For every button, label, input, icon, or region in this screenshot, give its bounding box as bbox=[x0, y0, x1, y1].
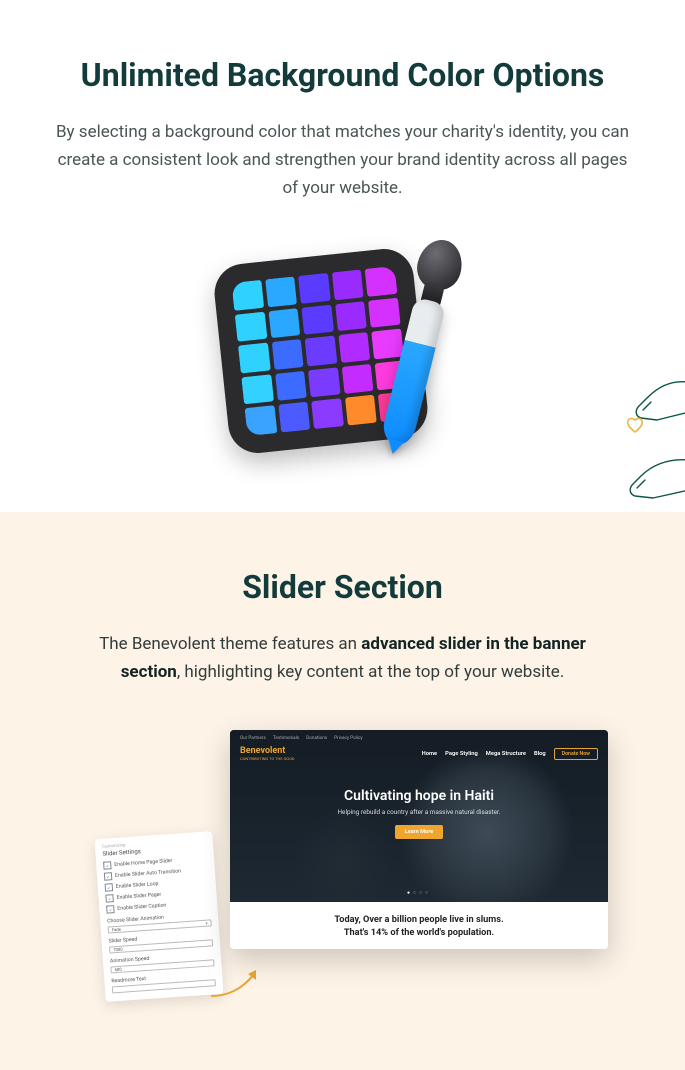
checkbox-label: Enable Slider Loop bbox=[116, 881, 159, 890]
color-swatch bbox=[331, 270, 363, 301]
slider-section: Slider Section The Benevolent theme feat… bbox=[0, 512, 685, 1070]
topbar-right bbox=[597, 736, 598, 741]
color-swatch bbox=[238, 343, 270, 374]
website-preview: Our Partners Testimonials Donations Priv… bbox=[230, 730, 608, 949]
intro-line-1: Today, Over a billion people live in slu… bbox=[240, 914, 598, 926]
color-swatch bbox=[304, 336, 336, 367]
nav-item-home[interactable]: Home bbox=[422, 751, 438, 757]
topbar-link[interactable]: Donations bbox=[306, 736, 327, 741]
site-logo[interactable]: Benevolent CONTRIBUTING TO THE GOOD bbox=[240, 747, 295, 761]
customizer-panel: Customizing Slider Settings Enable Home … bbox=[94, 831, 223, 1002]
topbar-link[interactable]: Testimonials bbox=[273, 736, 299, 741]
color-picker-illustration bbox=[213, 242, 473, 472]
hero-title: Cultivating hope in Haiti bbox=[230, 788, 608, 804]
topbar-link[interactable]: Privacy Policy bbox=[334, 736, 362, 741]
arrow-decoration bbox=[208, 962, 268, 1002]
checkbox-label: Enable Slider Caption bbox=[117, 903, 166, 912]
section-title: Slider Section bbox=[30, 568, 655, 606]
topbar-links: Our Partners Testimonials Donations Priv… bbox=[240, 736, 369, 741]
color-swatch bbox=[234, 311, 266, 342]
color-swatch bbox=[268, 308, 300, 339]
checkbox-label: Enable Home Page Slider bbox=[114, 858, 172, 868]
color-swatch bbox=[308, 367, 340, 398]
hero-content: Cultivating hope in Haiti Helping rebuil… bbox=[230, 788, 608, 839]
hero-subtitle: Helping rebuild a country after a massiv… bbox=[230, 808, 608, 816]
slider-pager[interactable]: ●○○○ bbox=[230, 890, 608, 896]
hero-banner: Our Partners Testimonials Donations Priv… bbox=[230, 730, 608, 902]
top-bar: Our Partners Testimonials Donations Priv… bbox=[230, 730, 608, 743]
section-description: By selecting a background color that mat… bbox=[53, 118, 633, 202]
hands-decoration bbox=[599, 362, 685, 522]
color-swatch bbox=[274, 371, 306, 402]
checkbox-label: Enable Slider Auto Transition bbox=[115, 869, 181, 880]
donate-button[interactable]: Donate Now bbox=[554, 748, 598, 760]
intro-line-2: That's 14% of the world's population. bbox=[240, 927, 598, 939]
color-swatch bbox=[264, 277, 296, 308]
color-swatch bbox=[244, 406, 276, 437]
menu-bar: Benevolent CONTRIBUTING TO THE GOOD Home… bbox=[230, 743, 608, 769]
section-title: Unlimited Background Color Options bbox=[48, 56, 637, 94]
color-swatch bbox=[278, 402, 310, 433]
nav-item-blog[interactable]: Blog bbox=[534, 751, 546, 757]
topbar-link[interactable]: Our Partners bbox=[240, 736, 266, 741]
nav-item-page-styling[interactable]: Page Styling bbox=[445, 751, 478, 757]
learn-more-button[interactable]: Learn More bbox=[395, 825, 444, 839]
section-description: The Benevolent theme features an advance… bbox=[73, 630, 613, 686]
intro-text-block: Today, Over a billion people live in slu… bbox=[230, 902, 608, 949]
logo-text: Benevolent bbox=[240, 747, 295, 756]
color-swatch bbox=[301, 304, 333, 335]
color-swatch bbox=[271, 339, 303, 370]
main-nav: Home Page Styling Mega Structure Blog Do… bbox=[422, 748, 598, 760]
color-swatch bbox=[231, 280, 263, 311]
desc-post: , highlighting key content at the top of… bbox=[177, 662, 564, 682]
color-swatch bbox=[298, 273, 330, 304]
logo-tagline: CONTRIBUTING TO THE GOOD bbox=[240, 756, 295, 761]
mockup-row: Customizing Slider Settings Enable Home … bbox=[30, 730, 655, 1030]
color-swatch bbox=[241, 374, 273, 405]
background-color-section: Unlimited Background Color Options By se… bbox=[0, 0, 685, 512]
desc-pre: The Benevolent theme features an bbox=[99, 634, 361, 654]
nav-item-mega[interactable]: Mega Structure bbox=[486, 751, 526, 757]
checkbox-label: Enable Slider Pager bbox=[116, 892, 161, 901]
